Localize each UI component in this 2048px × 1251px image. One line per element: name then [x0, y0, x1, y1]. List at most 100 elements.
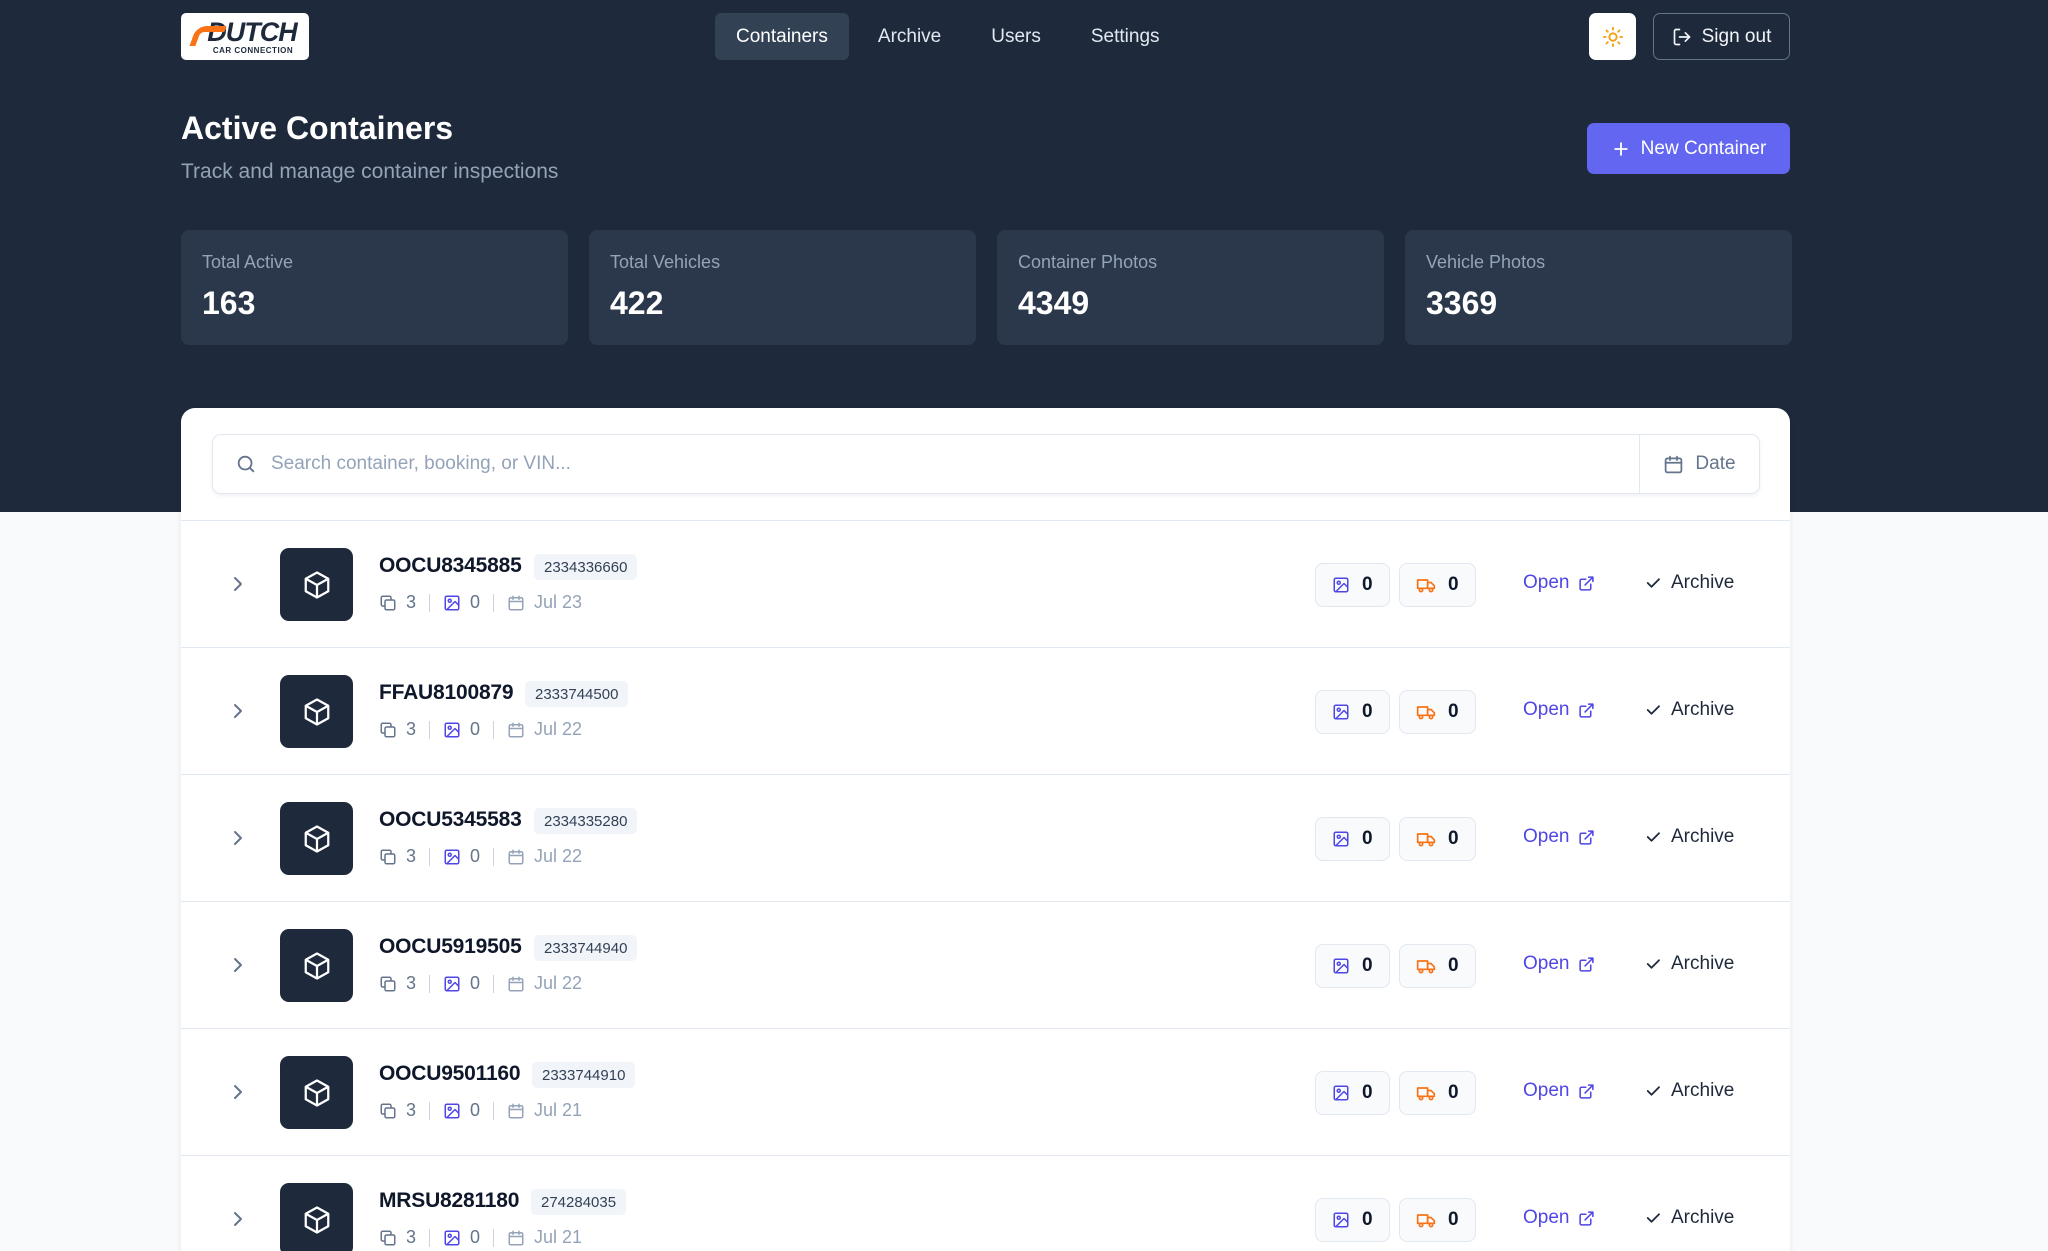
vehicle-photos-pill[interactable]: 0: [1399, 563, 1476, 607]
divider: [493, 593, 495, 612]
check-icon: [1646, 959, 1660, 969]
nav-containers[interactable]: Containers: [715, 13, 849, 60]
container-row[interactable]: FFAU8100879 2333744500 3 0 Jul 22 0 0 Op…: [181, 647, 1790, 774]
calendar-icon: [1665, 455, 1683, 473]
chevron-right-icon[interactable]: [226, 953, 250, 977]
container-row[interactable]: OOCU5919505 2333744940 3 0 Jul 22 0 0 Op…: [181, 901, 1790, 1028]
open-link[interactable]: Open: [1523, 1080, 1595, 1102]
date-filter-label: Date: [1695, 453, 1736, 474]
external-link-icon: [1579, 829, 1595, 845]
nav-settings[interactable]: Settings: [1070, 13, 1181, 60]
open-label: Open: [1523, 826, 1570, 847]
booking-badge: 2333744910: [532, 1062, 636, 1088]
open-label: Open: [1523, 699, 1570, 720]
vehicle-photos-pill[interactable]: 0: [1399, 690, 1476, 734]
vehicle-count: 3: [406, 719, 417, 739]
archive-button[interactable]: Archive: [1644, 699, 1734, 721]
archive-button[interactable]: Archive: [1644, 572, 1734, 594]
vehicle-photos-count: 0: [1448, 1209, 1459, 1230]
search-input[interactable]: [271, 435, 1639, 493]
chevron-right-icon[interactable]: [226, 699, 250, 723]
search-icon: [237, 455, 255, 473]
photo-count: 0: [470, 973, 481, 993]
divider: [493, 720, 495, 739]
container-photos-pill[interactable]: 0: [1315, 1071, 1390, 1115]
box-icon: [304, 570, 329, 599]
chevron-right-icon[interactable]: [226, 1080, 250, 1104]
calendar-icon: [508, 722, 524, 737]
container-number: OOCU5919505: [379, 935, 522, 958]
container-meta: 3 0 Jul 22: [379, 719, 582, 740]
divider: [429, 847, 431, 866]
sign-out-icon: [1673, 28, 1690, 45]
stat-card-vehicle-photos: Vehicle Photos 3369: [1405, 230, 1792, 345]
check-icon: [1646, 1086, 1660, 1096]
check-icon: [1646, 578, 1660, 588]
truck-icon: [1416, 1087, 1436, 1101]
archive-label: Archive: [1671, 1080, 1735, 1101]
image-icon: [444, 1103, 460, 1118]
vehicle-photos-count: 0: [1448, 828, 1459, 849]
container-photos-pill[interactable]: 0: [1315, 817, 1390, 861]
container-date: Jul 22: [534, 846, 583, 866]
chevron-right-icon[interactable]: [226, 572, 250, 596]
image-icon: [1333, 577, 1349, 593]
image-icon: [444, 849, 460, 864]
container-avatar: [280, 675, 353, 748]
open-link[interactable]: Open: [1523, 572, 1595, 594]
chevron-right-icon[interactable]: [226, 1207, 250, 1231]
container-photos-pill[interactable]: 0: [1315, 690, 1390, 734]
container-avatar: [280, 929, 353, 1002]
archive-button[interactable]: Archive: [1644, 826, 1734, 848]
divider: [429, 1228, 431, 1247]
check-icon: [1646, 1213, 1660, 1223]
copy-icon: [380, 595, 396, 610]
sign-out-button[interactable]: Sign out: [1653, 13, 1790, 60]
archive-button[interactable]: Archive: [1644, 1207, 1734, 1229]
container-row[interactable]: MRSU8281180 274284035 3 0 Jul 21 0 0 Ope…: [181, 1155, 1790, 1251]
copy-icon: [380, 1230, 396, 1245]
open-link[interactable]: Open: [1523, 699, 1595, 721]
vehicle-photos-count: 0: [1448, 955, 1459, 976]
open-link[interactable]: Open: [1523, 953, 1595, 975]
chevron-right-icon[interactable]: [226, 826, 250, 850]
container-photos-pill[interactable]: 0: [1315, 1198, 1390, 1242]
open-link[interactable]: Open: [1523, 1207, 1595, 1229]
container-photos-count: 0: [1362, 574, 1373, 595]
container-photos-count: 0: [1362, 1082, 1373, 1103]
container-row[interactable]: OOCU5345583 2334335280 3 0 Jul 22 0 0 Op…: [181, 774, 1790, 901]
archive-button[interactable]: Archive: [1644, 1080, 1734, 1102]
container-row[interactable]: OOCU9501160 2333744910 3 0 Jul 21 0 0 Op…: [181, 1028, 1790, 1155]
vehicle-photos-pill[interactable]: 0: [1399, 817, 1476, 861]
container-avatar: [280, 1056, 353, 1129]
archive-button[interactable]: Archive: [1644, 953, 1734, 975]
container-row[interactable]: OOCU8345885 2334336660 3 0 Jul 23 0 0 Op…: [181, 520, 1790, 647]
theme-toggle-button[interactable]: [1589, 13, 1636, 60]
box-icon: [304, 1078, 329, 1107]
open-link[interactable]: Open: [1523, 826, 1595, 848]
container-number: OOCU9501160: [379, 1062, 521, 1085]
brand-logo[interactable]: DUTCH CAR CONNECTION: [181, 13, 309, 60]
box-icon: [304, 824, 329, 853]
photo-count: 0: [470, 592, 481, 612]
copy-icon: [380, 1103, 396, 1118]
booking-badge: 274284035: [531, 1189, 627, 1215]
archive-label: Archive: [1671, 699, 1735, 720]
stat-label: Container Photos: [1018, 252, 1158, 272]
container-date: Jul 22: [534, 973, 583, 993]
new-container-button[interactable]: New Container: [1587, 123, 1790, 174]
date-filter-button[interactable]: Date: [1639, 435, 1759, 493]
truck-icon: [1416, 1214, 1436, 1228]
nav-archive[interactable]: Archive: [857, 13, 962, 60]
nav-users[interactable]: Users: [970, 13, 1062, 60]
vehicle-photos-pill[interactable]: 0: [1399, 1198, 1476, 1242]
plus-icon: [1613, 141, 1628, 156]
container-meta: 3 0 Jul 22: [379, 846, 582, 867]
vehicle-photos-pill[interactable]: 0: [1399, 1071, 1476, 1115]
vehicle-photos-pill[interactable]: 0: [1399, 944, 1476, 988]
stat-value: 3369: [1426, 285, 1498, 321]
container-avatar: [280, 802, 353, 875]
truck-icon: [1416, 960, 1436, 974]
container-photos-pill[interactable]: 0: [1315, 563, 1390, 607]
container-photos-pill[interactable]: 0: [1315, 944, 1390, 988]
